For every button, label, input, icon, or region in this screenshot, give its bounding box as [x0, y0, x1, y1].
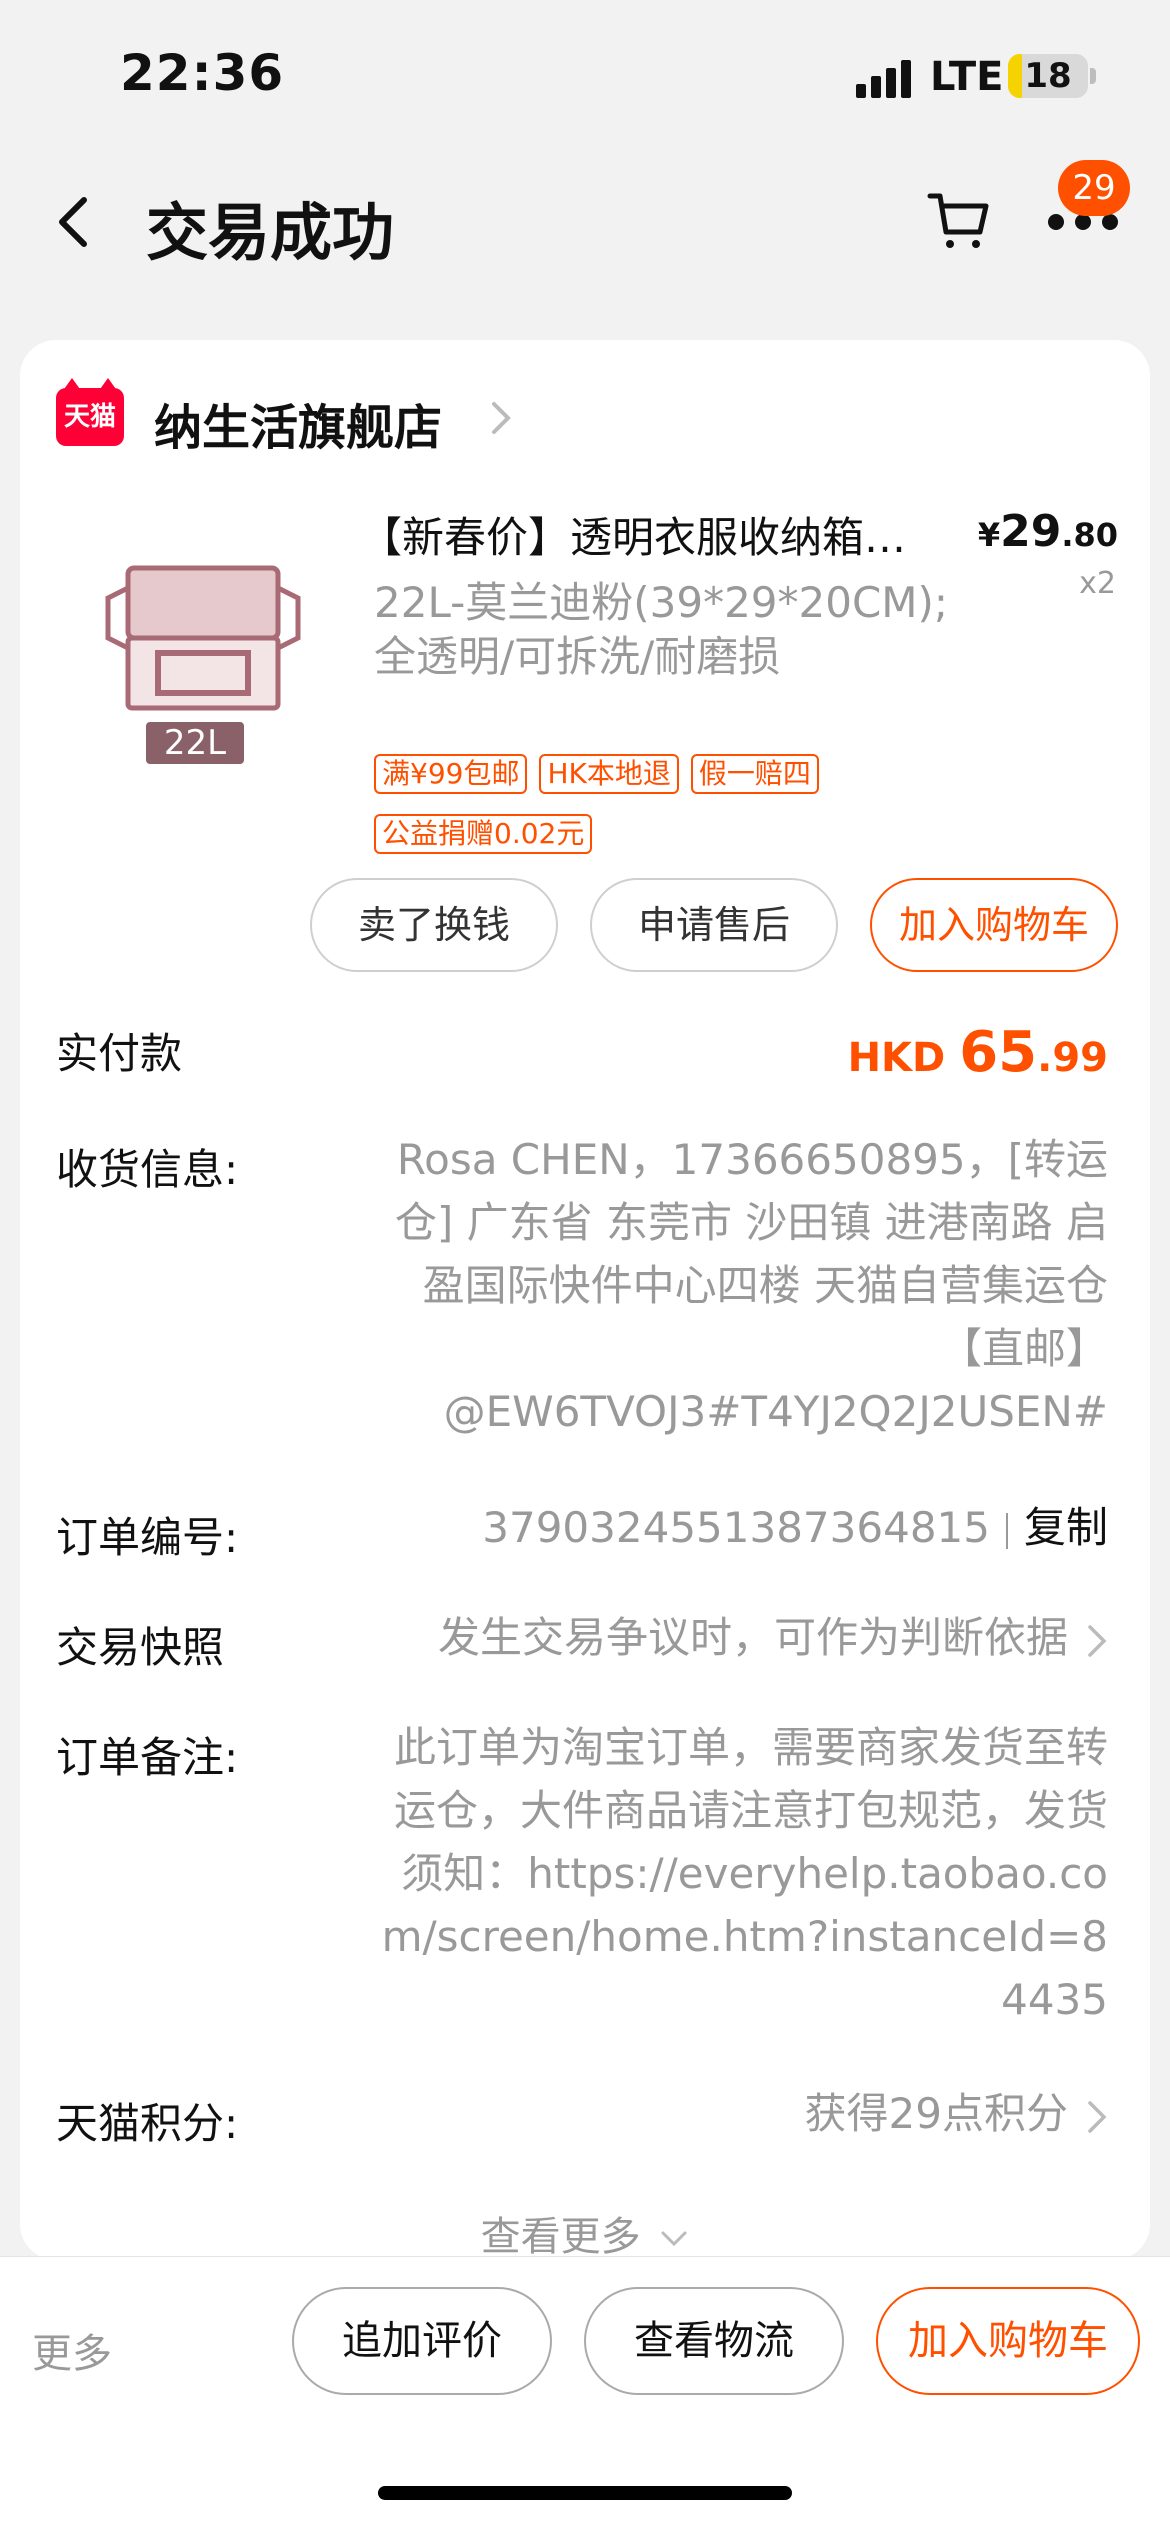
tag-hk-return: HK本地退	[539, 754, 679, 794]
order-number-label: 订单编号:	[56, 1513, 239, 1562]
order-card: 天猫 纳生活旗舰店 22L 【新春价】透明衣服收纳箱… ¥29.80 x2 22…	[20, 340, 1150, 2260]
paid-decimal: .99	[1037, 1035, 1108, 1081]
home-indicator	[378, 2486, 792, 2500]
paid-currency: HKD	[847, 1035, 946, 1081]
points-row[interactable]: 获得29点积分	[408, 2082, 1108, 2145]
add-to-cart-button[interactable]: 加入购物车	[870, 878, 1118, 972]
more-actions-link[interactable]: 更多	[32, 2321, 112, 2379]
sell-button[interactable]: 卖了换钱	[310, 878, 558, 972]
product-tags: 满¥99包邮 HK本地退 假一赔四 公益捐赠0.02元	[374, 754, 994, 874]
chevron-right-icon	[1088, 1624, 1107, 1657]
tag-genuine-guarantee: 假一赔四	[690, 754, 819, 794]
paid-integer: 65	[959, 1020, 1038, 1085]
points-label: 天猫积分:	[56, 2099, 239, 2148]
track-shipment-button[interactable]: 查看物流	[584, 2287, 844, 2395]
battery-level: 18	[1024, 56, 1072, 96]
paid-amount: HKD 65.99	[848, 1020, 1108, 1085]
paid-label: 实付款	[56, 1029, 183, 1078]
points-value: 获得29点积分	[804, 2089, 1068, 2138]
snapshot-row[interactable]: 发生交易争议时，可作为判断依据	[308, 1606, 1108, 1669]
notification-badge: 29	[1058, 160, 1130, 216]
remark-label: 订单备注:	[56, 1733, 239, 1782]
price-currency: ¥	[977, 516, 1001, 554]
copy-button[interactable]: 复制	[1024, 1503, 1108, 1552]
cart-icon[interactable]	[926, 188, 990, 252]
signal-icon	[856, 60, 912, 98]
bottom-add-to-cart-button[interactable]: 加入购物车	[876, 2287, 1140, 2395]
address-value: Rosa CHEN，17366650895，[转运仓] 广东省 东莞市 沙田镇 …	[394, 1135, 1108, 1436]
product-size-tag: 22L	[146, 722, 244, 764]
divider	[1005, 1512, 1008, 1549]
back-arrow-icon[interactable]	[52, 192, 96, 252]
snapshot-label: 交易快照	[56, 1623, 225, 1672]
after-sales-button[interactable]: 申请售后	[590, 878, 838, 972]
product-title[interactable]: 【新春价】透明衣服收纳箱…	[360, 504, 960, 565]
product-price: ¥29.80	[978, 506, 1118, 557]
see-more-button[interactable]: 查看更多	[0, 2204, 1170, 2262]
price-integer: 29	[1000, 506, 1062, 557]
tmall-logo: 天猫	[56, 378, 124, 446]
remark-value: 此订单为淘宝订单，需要商家发货至转运仓，大件商品请注意打包规范，发货须知：htt…	[381, 1723, 1108, 2024]
chevron-right-icon	[1088, 2100, 1107, 2133]
price-decimal: .80	[1061, 516, 1118, 554]
battery-icon: 18	[1008, 54, 1088, 98]
product-sku: 22L-莫兰迪粉(39*29*20CM);全透明/可拆洗/耐磨损	[374, 578, 949, 681]
product-quantity: x2	[1079, 566, 1116, 601]
add-review-button[interactable]: 追加评价	[292, 2287, 552, 2395]
battery-tip	[1090, 68, 1096, 84]
tag-charity: 公益捐赠0.02元	[374, 814, 593, 854]
page-title: 交易成功	[146, 196, 395, 269]
order-number-row: 3790324551387364815 复制	[308, 1496, 1108, 1559]
network-type: LTE	[930, 54, 1004, 100]
status-bar: 22:36 LTE 18	[0, 0, 1170, 140]
tag-free-shipping: 满¥99包邮	[374, 754, 528, 794]
chevron-down-icon	[661, 2231, 687, 2247]
order-number: 3790324551387364815	[482, 1503, 990, 1552]
see-more-label: 查看更多	[480, 2214, 641, 2260]
address-label: 收货信息:	[56, 1145, 239, 1194]
chevron-right-icon[interactable]	[486, 398, 516, 438]
status-time: 22:36	[120, 44, 285, 102]
shop-name[interactable]: 纳生活旗舰店	[154, 388, 442, 458]
snapshot-value: 发生交易争议时，可作为判断依据	[437, 1613, 1068, 1662]
